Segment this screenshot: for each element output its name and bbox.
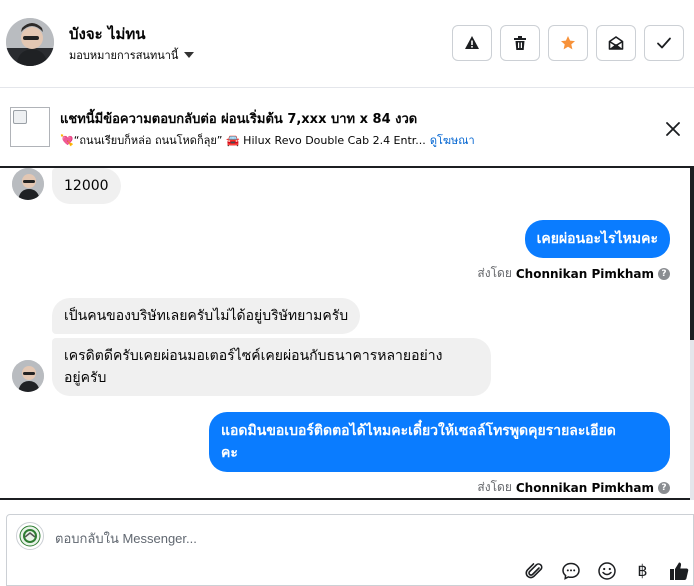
- message-bubble-outgoing[interactable]: แอดมินขอเบอร์ติดตอได้ไหมคะเดี๋ยวให้เซลล์…: [209, 412, 670, 472]
- composer-toolbar: ฿: [522, 558, 691, 583]
- sent-by-label: ส่งโดย Chonnikan Pimkham ?: [477, 264, 670, 283]
- report-spam-button[interactable]: [452, 25, 492, 61]
- message-bubble-outgoing[interactable]: เคยผ่อนอะไรไหมคะ: [524, 220, 670, 258]
- close-icon: [666, 122, 680, 136]
- help-icon[interactable]: ?: [658, 481, 670, 494]
- assign-conversation-dropdown[interactable]: มอบหมายการสนทนานี้: [69, 46, 195, 64]
- star-icon: [561, 36, 575, 50]
- mark-done-button[interactable]: [644, 25, 684, 61]
- contact-avatar-small: [12, 360, 44, 392]
- message-line: เครดิตดีครับเคยผ่อนมอเตอร์ไซค์เคยผ่อนกับ…: [64, 348, 443, 364]
- page-avatar: [16, 522, 44, 550]
- envelope-open-icon: [608, 36, 624, 50]
- conversation-actions: [452, 25, 684, 61]
- contact-name[interactable]: บังจะ ไม่ทน: [69, 22, 146, 46]
- message-composer: ฿: [6, 514, 694, 586]
- attach-button[interactable]: [522, 558, 547, 583]
- ad-context-banner: แชทนี้มีข้อความตอบกลับต่อ ผ่อนเริ่มต้น 7…: [0, 88, 694, 168]
- mark-unread-button[interactable]: [596, 25, 636, 61]
- check-icon: [657, 37, 671, 49]
- emoji-button[interactable]: [594, 558, 619, 583]
- contact-avatar[interactable]: [6, 18, 54, 66]
- sender-name: Chonnikan Pimkham: [515, 480, 654, 495]
- ad-title: แชทนี้มีข้อความตอบกลับต่อ ผ่อนเริ่มต้น 7…: [60, 112, 418, 127]
- view-ad-link[interactable]: ดูโฆษณา: [430, 131, 475, 149]
- delete-button[interactable]: [500, 25, 540, 61]
- message-bubble-incoming[interactable]: เครดิตดีครับเคยผ่อนมอเตอร์ไซค์เคยผ่อนกับ…: [52, 338, 491, 396]
- close-ad-banner-button[interactable]: [662, 118, 684, 140]
- sender-name: Chonnikan Pimkham: [515, 266, 654, 281]
- paperclip-icon: [524, 562, 542, 578]
- assign-label: มอบหมายการสนทนานี้: [69, 49, 179, 62]
- message-line: แอดมินขอเบอร์ติดตอได้ไหมคะเดี๋ยวให้เซลล์…: [221, 423, 616, 439]
- message-line: อยู่ครับ: [64, 370, 107, 386]
- star-button[interactable]: [548, 25, 588, 61]
- conversation-header: บังจะ ไม่ทน มอบหมายการสนทนานี้: [0, 0, 694, 88]
- saved-reply-icon: [561, 562, 580, 580]
- message-line: คะ: [221, 445, 238, 461]
- caret-down-icon: [184, 52, 195, 58]
- reply-input[interactable]: [55, 527, 615, 549]
- baht-icon: ฿: [637, 561, 648, 580]
- ad-thumbnail[interactable]: [10, 107, 50, 147]
- ad-subtitle-text: 💘“ถนนเรียบก็หล่อ ถนนโหดก็ลุย” 🚘 Hilux Re…: [60, 134, 426, 147]
- emoji-icon: [597, 561, 616, 580]
- like-button[interactable]: [666, 558, 691, 583]
- ad-subtitle: 💘“ถนนเรียบก็หล่อ ถนนโหดก็ลุย” 🚘 Hilux Re…: [60, 131, 475, 149]
- scrollbar-edge: [690, 168, 694, 358]
- message-bubble-incoming[interactable]: 12000: [52, 168, 121, 204]
- sent-by-prefix: ส่งโดย: [477, 266, 512, 280]
- scrollbar-thumb[interactable]: [690, 340, 694, 500]
- trash-icon: [514, 36, 526, 50]
- message-thread[interactable]: 12000 เคยผ่อนอะไรไหมคะ ส่งโดย Chonnikan …: [0, 168, 694, 500]
- sent-by-label: ส่งโดย Chonnikan Pimkham ?: [477, 478, 670, 497]
- thumbs-up-icon: [669, 562, 688, 580]
- contact-avatar-small: [12, 168, 44, 200]
- sent-by-prefix: ส่งโดย: [477, 480, 512, 494]
- payment-button[interactable]: ฿: [630, 558, 655, 583]
- help-icon[interactable]: ?: [658, 267, 670, 280]
- saved-reply-button[interactable]: [558, 558, 583, 583]
- warning-icon: [465, 36, 479, 49]
- message-bubble-incoming[interactable]: เป็นคนของบริษัทเลยครับไม่ได้อยู่บริษัทยา…: [52, 298, 361, 334]
